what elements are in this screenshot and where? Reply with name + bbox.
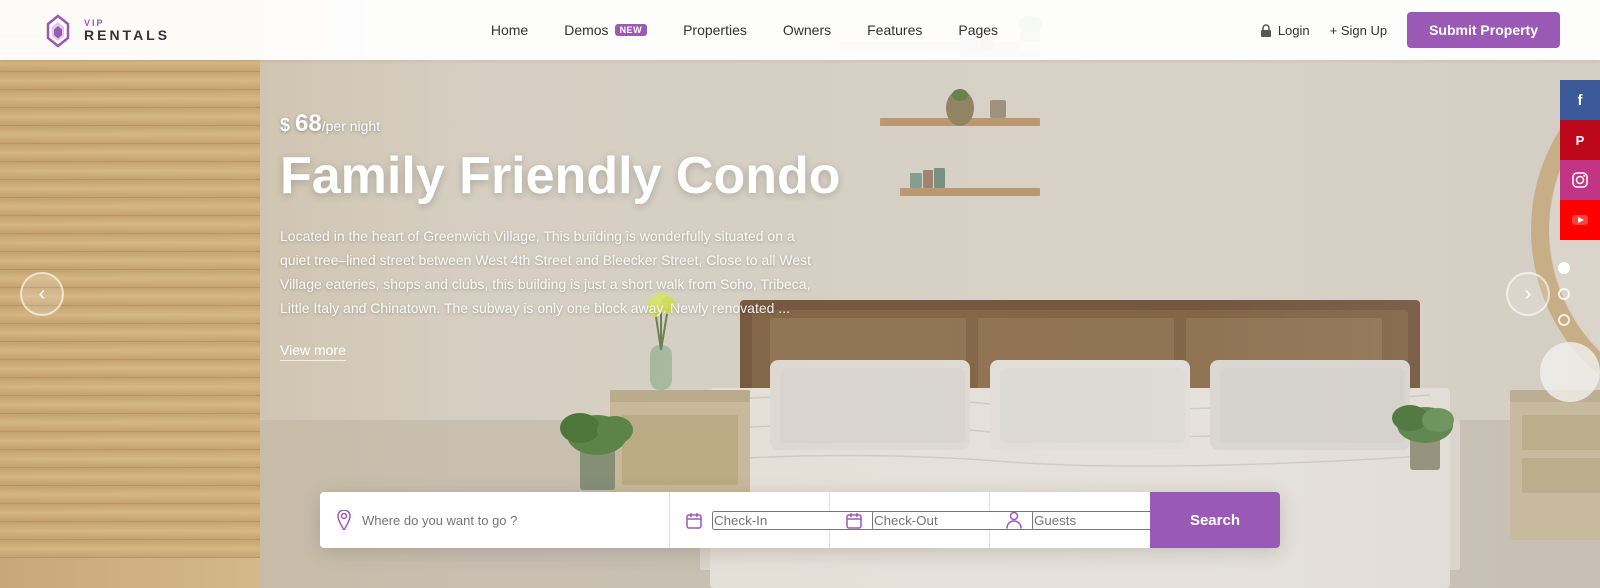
location-field [320, 492, 670, 548]
pinterest-button[interactable]: P [1560, 120, 1600, 160]
nav-demos[interactable]: Demos new [564, 22, 647, 38]
price-tag: $ 68/per night [280, 110, 841, 138]
nav-right: Login + Sign Up Submit Property [1259, 12, 1560, 48]
youtube-icon [1571, 211, 1589, 229]
view-more-link[interactable]: View more [280, 342, 346, 361]
nav-features[interactable]: Features [867, 22, 922, 38]
search-button[interactable]: Search [1150, 492, 1280, 548]
hero-content: $ 68/per night Family Friendly Condo Loc… [280, 110, 841, 361]
lock-icon [1259, 23, 1273, 37]
guests-icon [1006, 511, 1022, 529]
logo[interactable]: VIP RENTALS [40, 12, 170, 48]
login-link[interactable]: Login [1259, 23, 1310, 38]
slider-dot-2[interactable] [1558, 288, 1570, 300]
price-amount: 68 [295, 110, 322, 137]
social-sidebar: f P [1560, 80, 1600, 240]
demos-badge: new [615, 24, 648, 36]
nav-pages[interactable]: Pages [958, 22, 998, 38]
nav-owners[interactable]: Owners [783, 22, 831, 38]
price-per: /per night [322, 118, 380, 134]
pinterest-icon: P [1576, 133, 1585, 148]
signup-link[interactable]: + Sign Up [1330, 23, 1387, 38]
logo-icon [40, 12, 76, 48]
checkout-field [830, 492, 990, 548]
submit-property-button[interactable]: Submit Property [1407, 12, 1560, 48]
facebook-icon: f [1578, 92, 1583, 109]
search-bar: Search [320, 492, 1280, 548]
navbar: VIP RENTALS Home Demos new Properties Ow… [0, 0, 1600, 60]
nav-links: Home Demos new Properties Owners Feature… [230, 22, 1259, 38]
logo-text: VIP RENTALS [84, 19, 170, 42]
slider-dot-3[interactable] [1558, 314, 1570, 326]
location-icon [336, 510, 352, 530]
instagram-icon [1571, 171, 1589, 189]
instagram-button[interactable] [1560, 160, 1600, 200]
hero-title: Family Friendly Condo [280, 148, 841, 205]
logo-bottom-text: RENTALS [84, 28, 170, 42]
checkin-calendar-icon [686, 512, 702, 529]
slider-arrow-left[interactable]: ‹ [20, 272, 64, 316]
slider-arrow-right[interactable]: › [1506, 272, 1550, 316]
price-symbol: $ [280, 115, 290, 135]
nav-home[interactable]: Home [491, 22, 528, 38]
checkout-calendar-icon [846, 512, 862, 529]
slider-dot-1[interactable] [1558, 262, 1570, 274]
hero-section: VIP RENTALS Home Demos new Properties Ow… [0, 0, 1600, 588]
slider-dots [1558, 262, 1570, 326]
nav-properties[interactable]: Properties [683, 22, 747, 38]
youtube-button[interactable] [1560, 200, 1600, 240]
facebook-button[interactable]: f [1560, 80, 1600, 120]
hero-description: Located in the heart of Greenwich Villag… [280, 225, 820, 320]
checkin-field [670, 492, 830, 548]
location-input[interactable] [362, 513, 653, 528]
guests-field [990, 492, 1150, 548]
